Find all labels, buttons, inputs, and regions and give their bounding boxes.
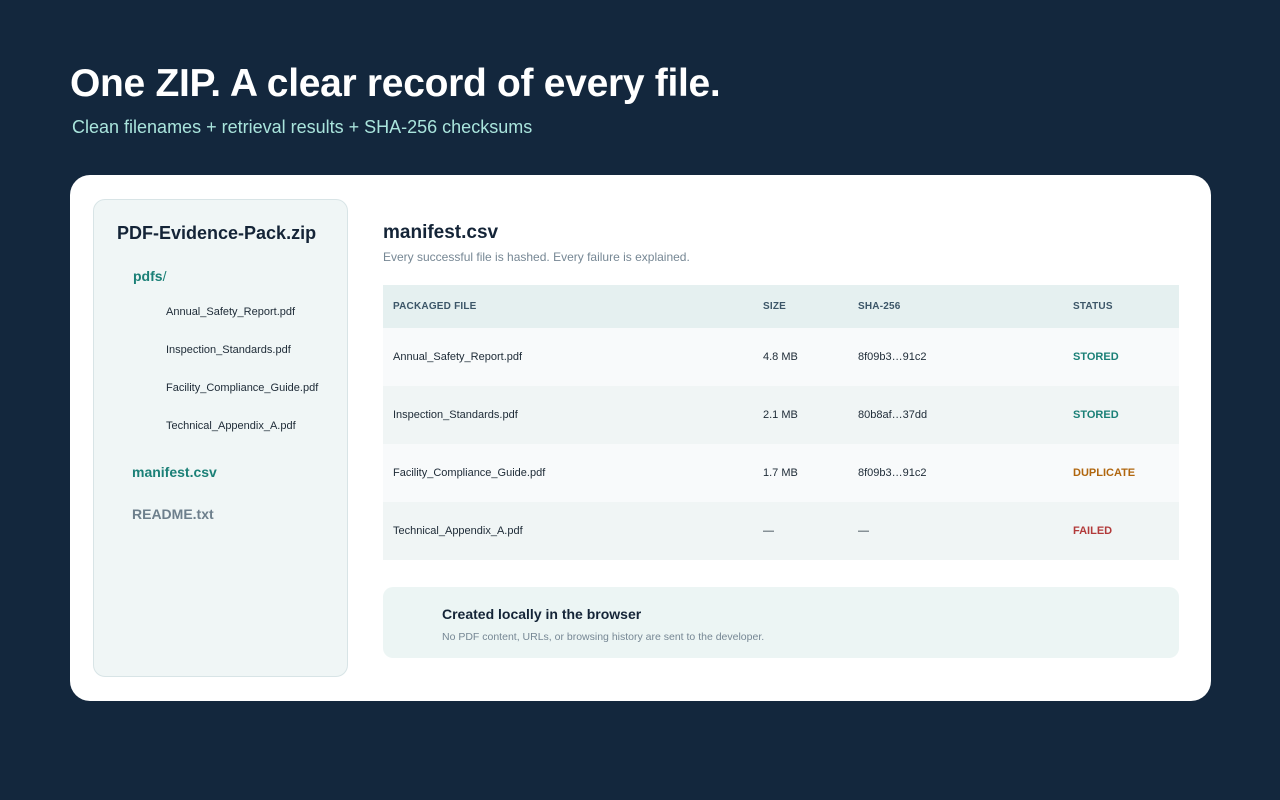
privacy-note-title: Created locally in the browser xyxy=(442,606,642,622)
cell-file: Facility_Compliance_Guide.pdf xyxy=(393,467,546,479)
status-badge: DUPLICATE xyxy=(1073,467,1136,479)
manifest-title: manifest.csv xyxy=(383,222,499,243)
manifest-table: PACKAGED FILE SIZE SHA-256 STATUS Annual… xyxy=(383,285,1179,560)
table-row: Facility_Compliance_Guide.pdf 1.7 MB 8f0… xyxy=(383,444,1179,502)
tree-readme-file[interactable]: README.txt xyxy=(132,506,214,522)
tree-file-item[interactable]: Inspection_Standards.pdf xyxy=(166,344,291,356)
tree-manifest-file[interactable]: manifest.csv xyxy=(132,464,217,480)
cell-file: Technical_Appendix_A.pdf xyxy=(393,525,523,537)
column-header-hash: SHA-256 xyxy=(858,301,901,312)
column-header-status: STATUS xyxy=(1073,301,1113,312)
cell-hash: 80b8af…37dd xyxy=(858,409,928,421)
privacy-note: Created locally in the browser No PDF co… xyxy=(383,587,1179,658)
page-headline: One ZIP. A clear record of every file. xyxy=(70,62,721,105)
table-row: Annual_Safety_Report.pdf 4.8 MB 8f09b3…9… xyxy=(383,328,1179,386)
cell-size: 2.1 MB xyxy=(763,409,798,421)
tree-file-item[interactable]: Facility_Compliance_Guide.pdf xyxy=(166,382,318,394)
table-row: Inspection_Standards.pdf 2.1 MB 80b8af…3… xyxy=(383,386,1179,444)
folder-pdfs[interactable]: pdfs/ xyxy=(133,268,166,284)
cell-hash: 8f09b3…91c2 xyxy=(858,467,927,479)
status-badge: STORED xyxy=(1073,409,1119,421)
zip-file-name[interactable]: PDF-Evidence-Pack.zip xyxy=(117,223,316,244)
cell-hash: 8f09b3…91c2 xyxy=(858,351,927,363)
evidence-pack-card: PDF-Evidence-Pack.zip pdfs/ Annual_Safet… xyxy=(70,175,1211,701)
page-subheadline: Clean filenames + retrieval results + SH… xyxy=(72,117,533,137)
folder-slash: / xyxy=(162,268,167,284)
column-header-size: SIZE xyxy=(763,301,787,312)
tree-file-item[interactable]: Annual_Safety_Report.pdf xyxy=(166,306,295,318)
privacy-note-subtitle: No PDF content, URLs, or browsing histor… xyxy=(442,631,765,643)
table-header: PACKAGED FILE SIZE SHA-256 STATUS xyxy=(383,285,1179,328)
folder-name: pdfs xyxy=(133,268,163,284)
cell-file: Annual_Safety_Report.pdf xyxy=(393,351,523,363)
cell-hash: — xyxy=(858,525,869,537)
status-badge: STORED xyxy=(1073,351,1119,363)
cell-size: — xyxy=(763,525,774,537)
manifest-subtitle: Every successful file is hashed. Every f… xyxy=(383,250,690,264)
cell-file: Inspection_Standards.pdf xyxy=(393,409,518,421)
zip-file-tree: PDF-Evidence-Pack.zip pdfs/ Annual_Safet… xyxy=(93,199,348,677)
cell-size: 4.8 MB xyxy=(763,351,798,363)
tree-file-item[interactable]: Technical_Appendix_A.pdf xyxy=(166,420,296,432)
status-badge: FAILED xyxy=(1073,525,1113,537)
table-row: Technical_Appendix_A.pdf — — FAILED xyxy=(383,502,1179,560)
cell-size: 1.7 MB xyxy=(763,467,798,479)
column-header-file: PACKAGED FILE xyxy=(393,301,477,312)
